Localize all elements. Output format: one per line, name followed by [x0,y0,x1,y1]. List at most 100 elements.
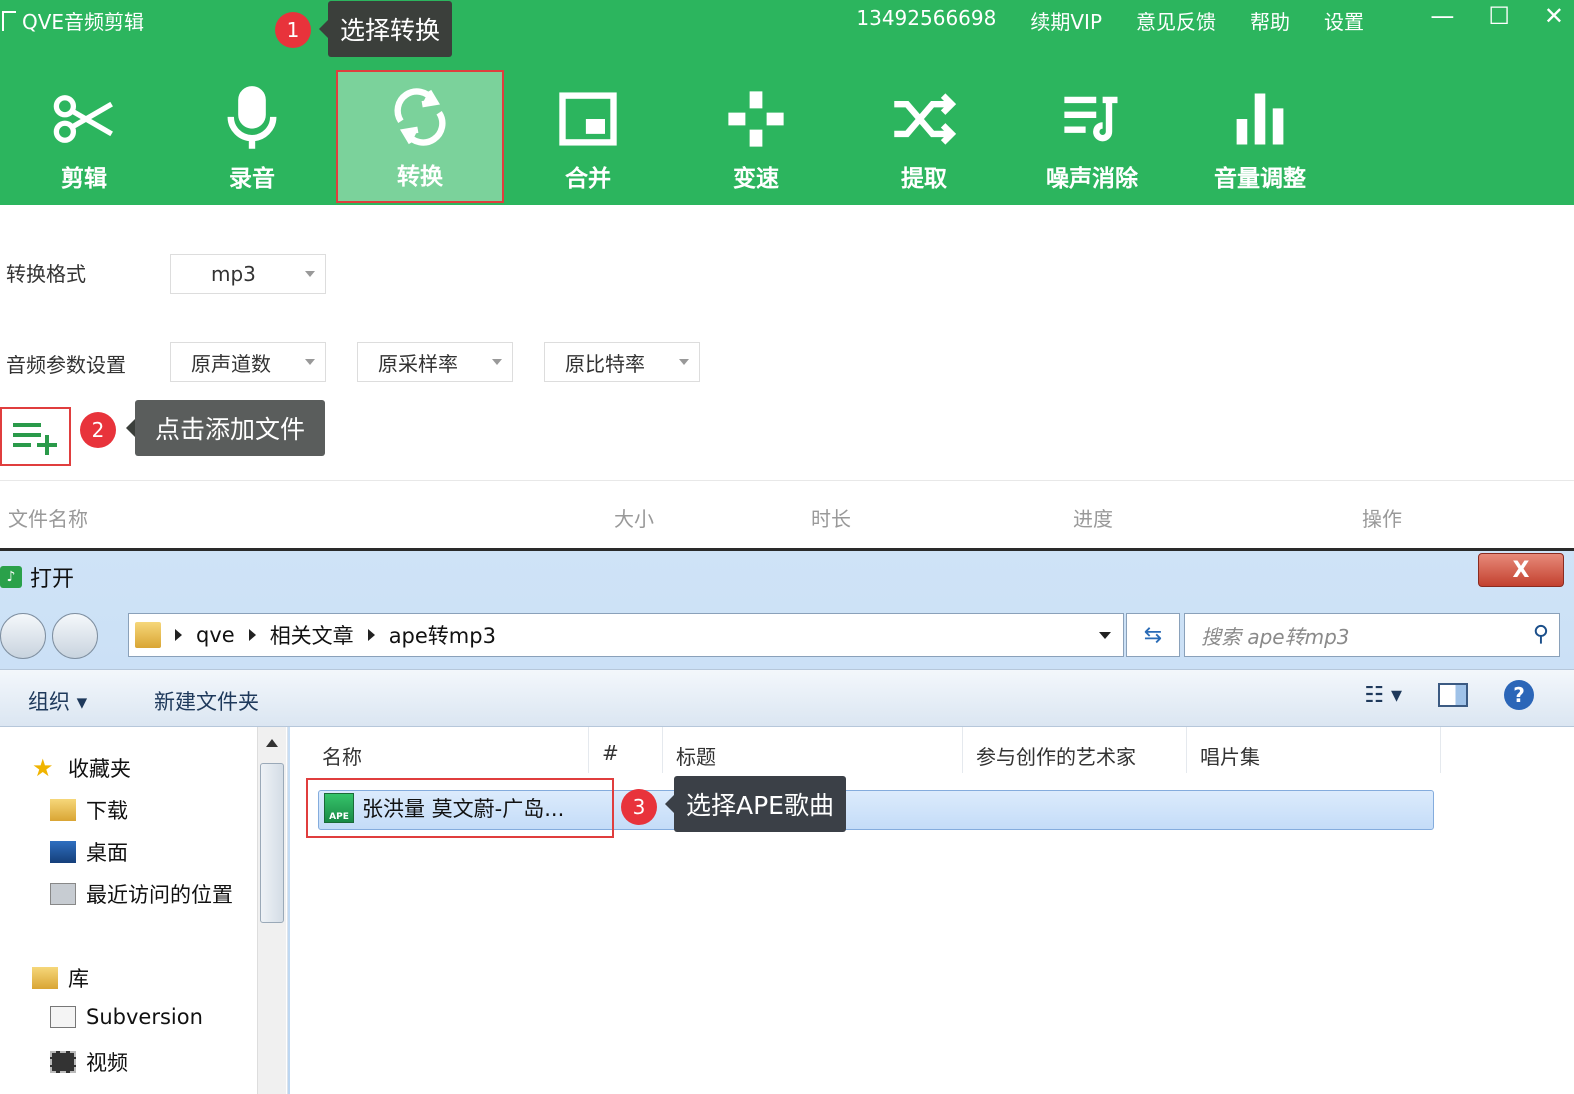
app-logo-icon [2,10,16,31]
step-tip-3: 选择APE歌曲 [665,776,846,832]
phone-number[interactable]: 13492566698 [856,6,996,35]
file-highlight-box [306,778,614,838]
tool-extract[interactable]: 提取 [840,70,1008,203]
tool-label: 噪声消除 [1046,166,1138,192]
breadcrumb-item[interactable]: qve [196,623,235,647]
bitrate-dropdown[interactable]: 原比特率 [544,342,700,382]
nav-label: 库 [68,967,89,991]
window-controls: — ☐ ✕ [1430,2,1564,30]
feedback-link[interactable]: 意见反馈 [1136,6,1216,35]
app-title: QVE音频剪辑 [2,6,144,35]
renew-vip-link[interactable]: 续期VIP [1030,6,1102,35]
tool-cut[interactable]: 剪辑 [0,70,168,203]
view-options-icon[interactable]: ☷ ▾ [1364,683,1402,708]
folder-icon [135,622,161,648]
address-dropdown-icon[interactable] [1099,632,1111,639]
scroll-up-icon[interactable] [266,739,278,747]
col-album[interactable]: 唱片集 [1200,741,1260,770]
sample-rate-value: 原采样率 [378,351,458,376]
tool-convert[interactable]: 转换 [336,70,504,203]
recent-places-icon [50,883,76,905]
col-artists[interactable]: 参与创作的艺术家 [976,741,1136,770]
address-bar[interactable]: qve 相关文章 ape转mp3 [128,613,1124,657]
organize-button[interactable]: 组织 ▾ [28,686,87,716]
tool-label: 合并 [565,166,611,192]
settings-link[interactable]: 设置 [1324,6,1364,35]
desktop-icon [50,841,76,863]
col-file-name[interactable]: 文件名称 [8,503,88,532]
denoise-icon [1064,96,1118,142]
chevron-right-icon [248,629,256,641]
command-bar: 组织 ▾ 新建文件夹 ☷ ▾ ? [0,669,1574,727]
scroll-thumb[interactable] [260,763,284,923]
downloads-folder-icon [50,799,76,821]
chevron-right-icon [367,629,375,641]
tool-speed[interactable]: 变速 [672,70,840,203]
tool-label: 音量调整 [1214,166,1306,192]
step-tip-2: 点击添加文件 [125,400,326,456]
nav-video[interactable]: 视频 [50,1047,128,1077]
preview-pane-icon[interactable] [1438,683,1468,707]
tool-denoise[interactable]: 噪声消除 [1008,70,1176,203]
col-divider [662,727,663,773]
nav-library[interactable]: 库 [32,963,89,993]
refresh-button[interactable]: ⇆ [1126,613,1180,657]
step-tip-1: 选择转换 [318,1,453,57]
nav-label: Subversion [86,1005,203,1029]
help-icon[interactable]: ? [1504,680,1534,710]
app-window: QVE音频剪辑 13492566698 续期VIP 意见反馈 帮助 设置 — ☐… [0,0,1574,1094]
microphone-icon [227,86,277,149]
nav-recent[interactable]: 最近访问的位置 [50,879,233,909]
new-folder-button[interactable]: 新建文件夹 [154,686,259,716]
back-button[interactable] [0,613,46,659]
volume-bars-icon [1236,93,1284,145]
top-header: QVE音频剪辑 13492566698 续期VIP 意见反馈 帮助 设置 — ☐… [0,0,1574,205]
speed-icon [728,91,784,147]
tool-label: 提取 [901,166,947,192]
col-title[interactable]: 标题 [676,741,716,770]
navigation-pane: ★ 收藏夹 下载 桌面 最近访问的位置 库 Subversion 视频 [0,727,288,1094]
star-icon: ★ [32,754,54,782]
tool-record[interactable]: 录音 [168,70,336,203]
nav-favorites[interactable]: ★ 收藏夹 [32,753,131,783]
chevron-down-icon [492,359,502,365]
nav-downloads[interactable]: 下载 [50,795,128,825]
app-title-text: QVE音频剪辑 [22,10,145,34]
channels-dropdown[interactable]: 原声道数 [170,342,326,382]
step-badge-3: 3 [621,789,657,825]
close-button[interactable]: ✕ [1544,2,1564,30]
search-input[interactable]: 搜索 ape转mp3 ⚲ [1184,613,1560,657]
col-duration[interactable]: 时长 [811,503,851,532]
col-name[interactable]: 名称 [322,741,362,770]
nav-subversion[interactable]: Subversion [50,1005,203,1029]
tool-volume[interactable]: 音量调整 [1176,70,1344,203]
breadcrumb-item[interactable]: ape转mp3 [389,620,496,650]
convert-icon [394,88,446,146]
col-progress[interactable]: 进度 [1073,503,1113,532]
file-table-header: 文件名称 大小 时长 进度 操作 [0,480,1574,550]
help-link[interactable]: 帮助 [1250,6,1290,35]
col-action[interactable]: 操作 [1362,503,1402,532]
format-label: 转换格式 [6,262,86,286]
tool-merge[interactable]: 合并 [504,70,672,203]
nav-scrollbar[interactable] [257,727,286,1094]
chevron-down-icon [305,271,315,277]
nav-label: 收藏夹 [68,757,131,781]
nav-label: 视频 [86,1051,128,1075]
dialog-close-button[interactable]: X [1478,553,1564,587]
chevron-down-icon [305,359,315,365]
col-size[interactable]: 大小 [614,503,654,532]
search-icon: ⚲ [1532,622,1549,647]
refresh-icon: ⇆ [1143,622,1163,648]
add-file-button[interactable] [0,407,71,466]
format-dropdown[interactable]: mp3 [170,254,326,294]
step-badge-2: 2 [80,412,116,448]
forward-button[interactable] [52,613,98,659]
nav-desktop[interactable]: 桌面 [50,837,128,867]
minimize-button[interactable]: — [1430,2,1454,30]
nav-label: 最近访问的位置 [86,883,233,907]
maximize-button[interactable]: ☐ [1488,2,1510,30]
col-number[interactable]: # [602,741,619,765]
sample-rate-dropdown[interactable]: 原采样率 [357,342,513,382]
breadcrumb-item[interactable]: 相关文章 [270,620,354,650]
